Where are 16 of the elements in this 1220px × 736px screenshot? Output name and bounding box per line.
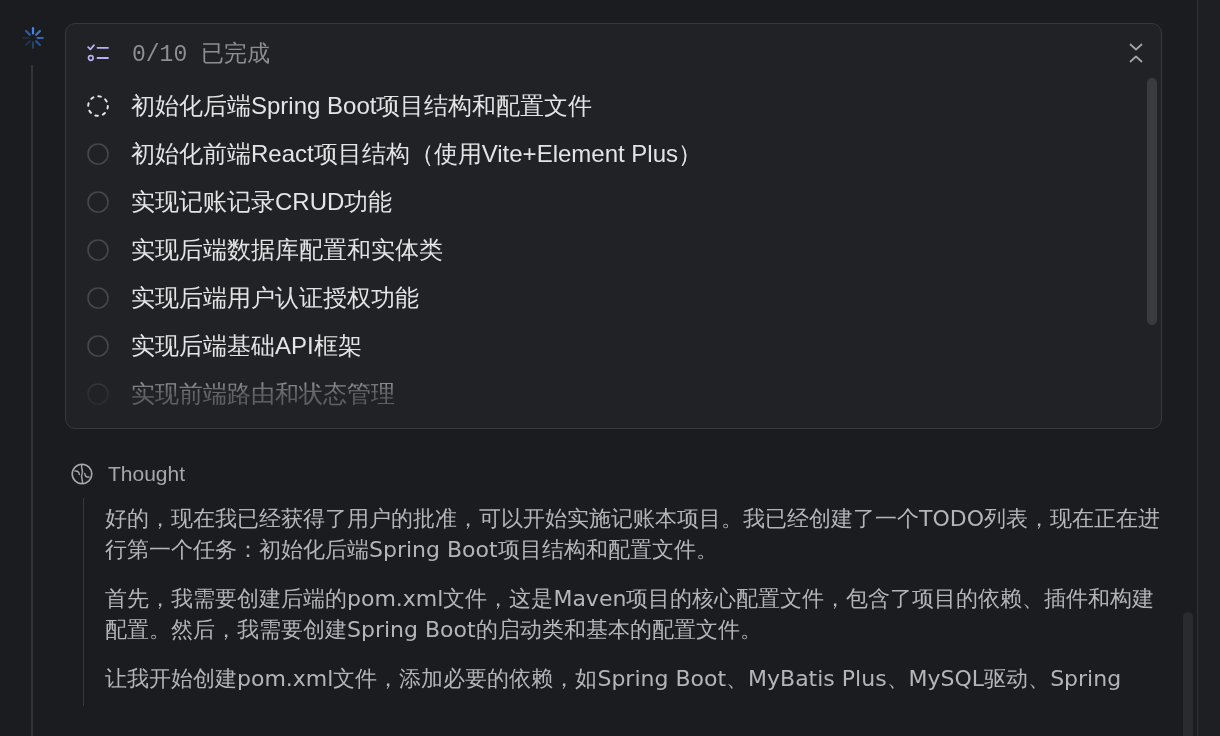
brain-icon xyxy=(71,463,93,485)
progress-count: 0/10 已完成 xyxy=(132,40,271,69)
collapse-button[interactable] xyxy=(1128,42,1144,64)
checklist-icon xyxy=(87,43,109,63)
task-text: 初始化后端Spring Boot项目结构和配置文件 xyxy=(131,91,593,121)
task-text: 实现后端数据库配置和实体类 xyxy=(131,235,443,265)
thought-paragraph: 让我开始创建pom.xml文件，添加必要的依赖，如Spring Boot、MyBatis Plus、MySQL驱动、Spring xyxy=(105,665,1123,693)
task-text: 实现后端用户认证授权功能 xyxy=(131,283,419,313)
task-text: 实现记账记录CRUD功能 xyxy=(131,187,393,217)
task-text: 实现前端路由和状态管理 xyxy=(131,379,395,409)
task-text: 初始化前端React项目结构（使用Vite+Element Plus） xyxy=(131,139,703,169)
thought-paragraph: 好的，现在我已经获得了用户的批准，可以开始实施记账本项目。我已经创建了一个TODO列表，现在正在进行第一个任务：初始化后端Spring Boot项目结构和配置文件。 xyxy=(105,505,1161,564)
thought-paragraph: 首先，我需要创建后端的pom.xml文件，这是Maven项目的核心配置文件，包含了项目的依赖、插件和构建配置。然后，我需要创建Spring Boot的启动类和基本的配置文件。 xyxy=(105,585,1156,644)
section-title: Thought xyxy=(108,462,186,486)
task-text: 实现后端基础API框架 xyxy=(131,331,362,361)
scrollbar[interactable] xyxy=(1147,78,1157,325)
